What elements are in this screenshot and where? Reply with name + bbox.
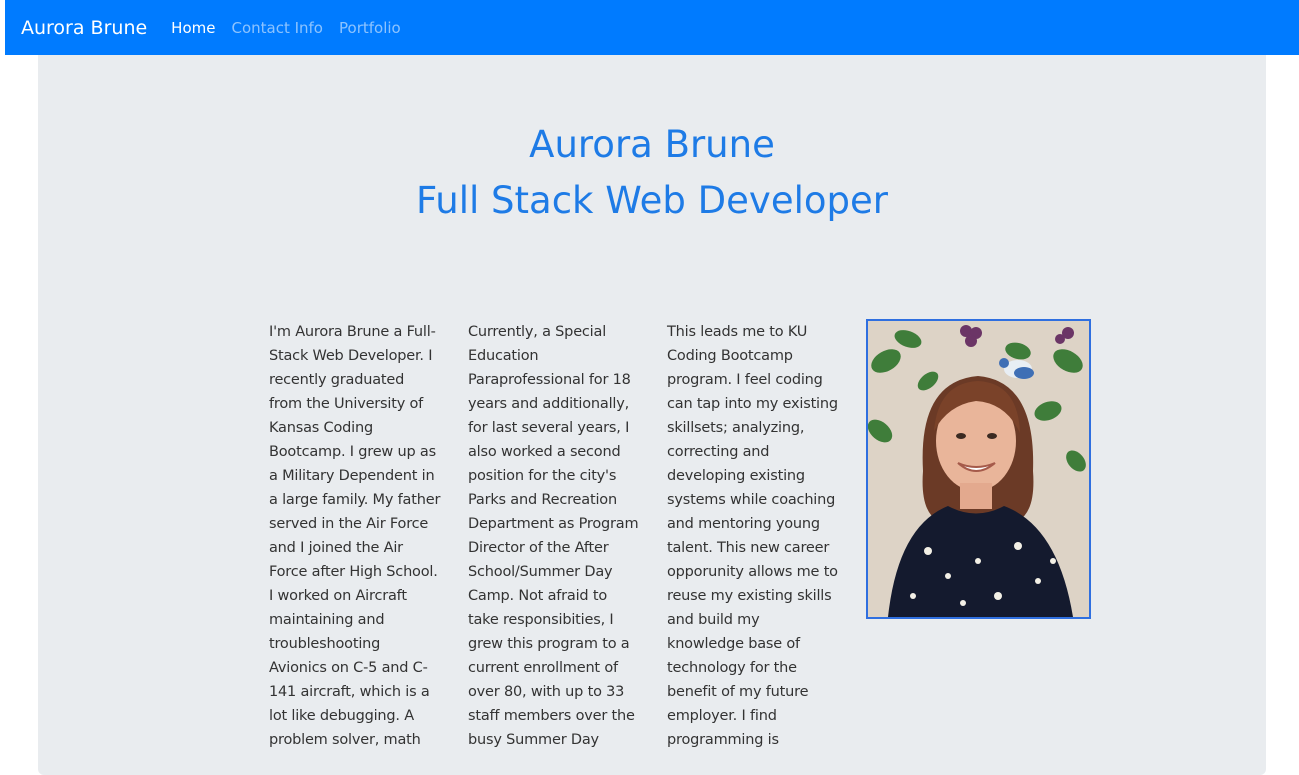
hero-name: Aurora Brune [529,123,775,166]
navbar: Aurora Brune Home Contact Info Portfolio [5,0,1299,55]
hero-heading: Aurora Brune Full Stack Web Developer [38,117,1266,229]
hero-title: Full Stack Web Developer [416,179,888,222]
profile-photo [866,319,1091,619]
bio-paragraph-1: I'm Aurora Brune a Full-Stack Web Develo… [269,324,441,748]
bio-paragraph-3: This leads me to KU Coding Bootcamp prog… [667,324,838,748]
navbar-brand[interactable]: Aurora Brune [21,17,147,39]
nav-link-contact-info[interactable]: Contact Info [231,19,323,37]
bio-paragraph-2: Currently, a Special Education Paraprofe… [468,324,639,748]
profile-photo-illustration [868,321,1089,617]
nav-link-portfolio[interactable]: Portfolio [339,19,401,37]
jumbotron: Aurora Brune Full Stack Web Developer I'… [38,55,1266,775]
nav-link-home[interactable]: Home [171,19,215,37]
